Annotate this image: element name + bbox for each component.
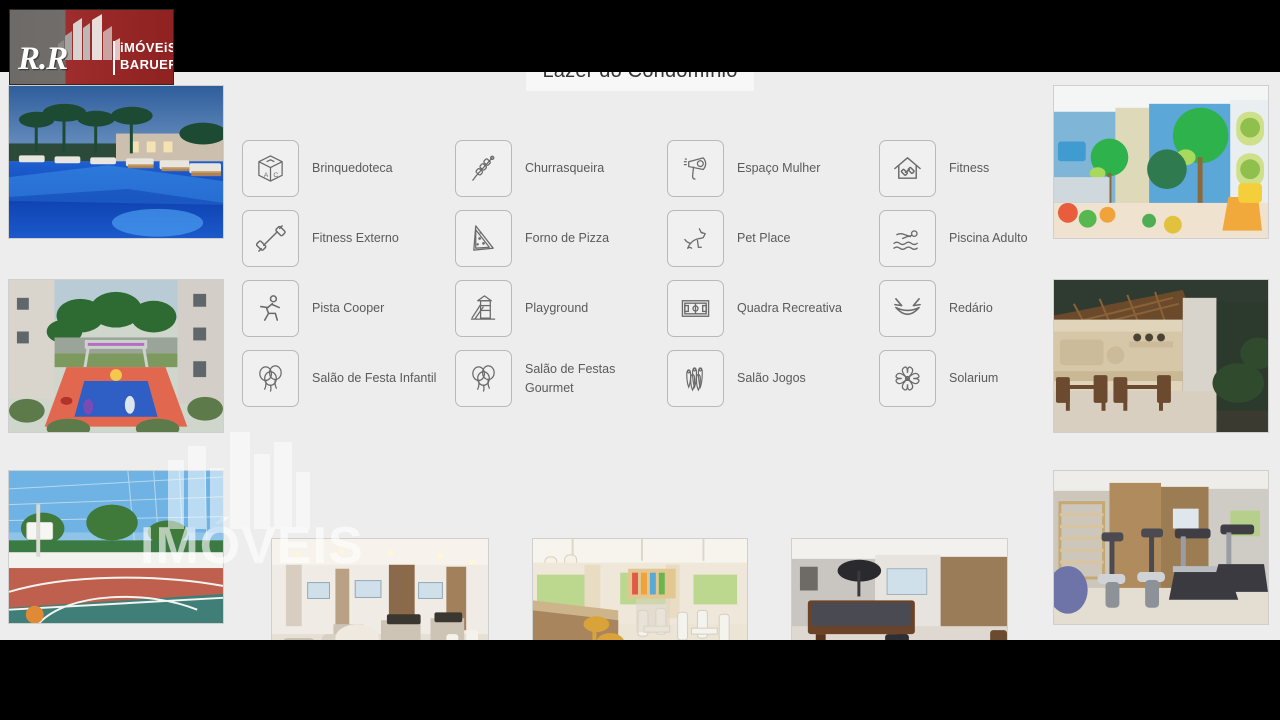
dog-icon bbox=[667, 210, 724, 267]
balloons-icon bbox=[242, 350, 299, 407]
photo-gym-room bbox=[1053, 470, 1269, 625]
photo-kids-room bbox=[1053, 85, 1269, 239]
amenity-label: Piscina Adulto bbox=[949, 231, 1028, 246]
amenity-label: Playground bbox=[525, 301, 589, 316]
balloons-icon bbox=[455, 350, 512, 407]
skewer-icon bbox=[455, 140, 512, 197]
amenity-label: Salão de Festa Infantil bbox=[312, 371, 437, 386]
logo-line2: BARUERI bbox=[120, 57, 173, 73]
amenity-piscina-adulto[interactable]: Piscina Adulto bbox=[879, 210, 1028, 267]
photo-bbq-lounge bbox=[1053, 279, 1269, 433]
photo-gourmet-hall-image bbox=[533, 539, 747, 640]
amenity-label: Pista Cooper bbox=[312, 301, 385, 316]
amenity-pista-cooper[interactable]: Pista Cooper bbox=[242, 280, 384, 337]
amenity-solarium[interactable]: Solarium bbox=[879, 350, 998, 407]
hammock-icon bbox=[879, 280, 936, 337]
photo-games-room-image bbox=[792, 539, 1007, 640]
amenity-churrasqueira[interactable]: Churrasqueira bbox=[455, 140, 604, 197]
amenity-forno-de-pizza[interactable]: Forno de Pizza bbox=[455, 210, 609, 267]
slide-stage: R.R iMÓVEiS BARUERI Lazer do Condomínio bbox=[0, 0, 1280, 720]
logo-line1: iMÓVEiS bbox=[120, 40, 173, 56]
amenity-salao-jogos[interactable]: Salão Jogos bbox=[667, 350, 806, 407]
pizza-slice-icon bbox=[455, 210, 512, 267]
logo-initials: R.R bbox=[18, 41, 68, 77]
svg-text:C: C bbox=[273, 172, 278, 179]
photo-pool-night bbox=[8, 85, 224, 239]
house-dumbbell-icon bbox=[879, 140, 936, 197]
hair-dryer-icon bbox=[667, 140, 724, 197]
page-title: Lazer do Condomínio bbox=[526, 72, 754, 91]
photo-bbq-lounge-image bbox=[1054, 280, 1268, 432]
amenity-label: Pet Place bbox=[737, 231, 791, 246]
photo-gym-room-image bbox=[1054, 471, 1268, 624]
dumbbell-icon bbox=[242, 210, 299, 267]
company-logo: R.R iMÓVEiS BARUERI bbox=[10, 10, 173, 84]
amenity-label: Quadra Recreativa bbox=[737, 301, 842, 316]
amenity-label: Salão Jogos bbox=[737, 371, 806, 386]
pinwheel-flower-icon bbox=[879, 350, 936, 407]
photo-playground-court-image bbox=[9, 280, 223, 432]
slide-tower-icon bbox=[455, 280, 512, 337]
logo-divider bbox=[113, 41, 115, 75]
bowling-pins-icon bbox=[667, 350, 724, 407]
photo-gourmet-hall bbox=[532, 538, 748, 640]
photo-games-room bbox=[791, 538, 1008, 640]
running-person-icon bbox=[242, 280, 299, 337]
amenity-playground[interactable]: Playground bbox=[455, 280, 588, 337]
amenity-salao-festa-infantil[interactable]: Salão de Festa Infantil bbox=[242, 350, 436, 407]
soccer-field-icon bbox=[667, 280, 724, 337]
amenity-espaco-mulher[interactable]: Espaço Mulher bbox=[667, 140, 820, 197]
amenity-label: Fitness Externo bbox=[312, 231, 399, 246]
amenity-brinquedoteca[interactable]: A C Brinquedoteca bbox=[242, 140, 393, 197]
abc-block-icon: A C bbox=[242, 140, 299, 197]
amenity-label: Solarium bbox=[949, 371, 999, 386]
amenity-label: Espaço Mulher bbox=[737, 161, 821, 176]
amenities-grid: A C Brinquedoteca Fitness Externo Pista … bbox=[242, 140, 1042, 480]
amenity-fitness[interactable]: Fitness bbox=[879, 140, 989, 197]
photo-playground-court bbox=[8, 279, 224, 433]
amenity-quadra-recreativa[interactable]: Quadra Recreativa bbox=[667, 280, 842, 337]
amenity-label: Fitness bbox=[949, 161, 990, 176]
amenity-pet-place[interactable]: Pet Place bbox=[667, 210, 791, 267]
photo-sports-court bbox=[8, 470, 224, 624]
svg-text:A: A bbox=[264, 172, 269, 179]
swimmer-icon bbox=[879, 210, 936, 267]
photo-pool-night-image bbox=[9, 86, 223, 238]
amenity-label: Salão de Festas Gourmet bbox=[525, 362, 616, 395]
amenity-label: Brinquedoteca bbox=[312, 161, 393, 176]
photo-lounge-hall-image bbox=[272, 539, 488, 640]
amenity-label: Churrasqueira bbox=[525, 161, 605, 176]
amenity-redario[interactable]: Redário bbox=[879, 280, 993, 337]
amenity-label: Forno de Pizza bbox=[525, 231, 610, 246]
photo-sports-court-image bbox=[9, 471, 223, 623]
slide-canvas: Lazer do Condomínio bbox=[0, 72, 1280, 640]
amenity-salao-festas-gourmet[interactable]: Salão de Festas Gourmet bbox=[455, 350, 651, 407]
top-letterbox bbox=[0, 0, 1280, 72]
photo-kids-room-image bbox=[1054, 86, 1268, 238]
amenity-fitness-externo[interactable]: Fitness Externo bbox=[242, 210, 399, 267]
page-title-text: Lazer do Condomínio bbox=[542, 72, 737, 83]
photo-lounge-hall bbox=[271, 538, 489, 640]
amenity-label: Redário bbox=[949, 301, 993, 316]
